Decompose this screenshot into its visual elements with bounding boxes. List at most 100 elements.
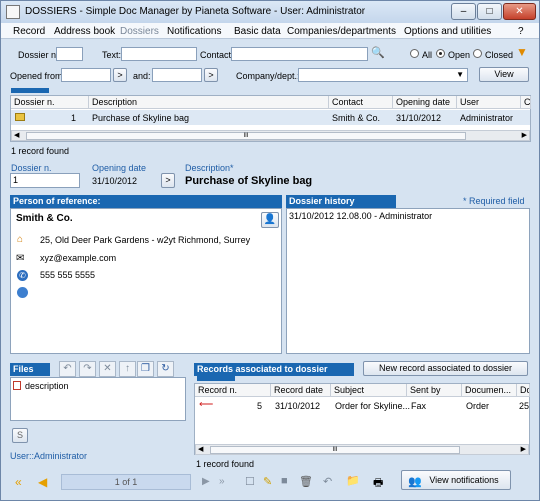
col-dc[interactable]: Dc	[517, 384, 530, 397]
col-description[interactable]: Description	[89, 96, 329, 109]
required-field-note: * Required field	[463, 196, 525, 206]
record-number: 5	[257, 401, 263, 411]
folder-open-icon[interactable]: 📁	[346, 474, 360, 487]
col-subject[interactable]: Subject	[331, 384, 407, 397]
dossier-grid-scrollbar[interactable]: ◀ III ▶	[11, 130, 530, 141]
radio-open-label: Open	[448, 50, 471, 60]
radio-open[interactable]	[436, 49, 445, 58]
email-icon: ✉	[16, 253, 25, 264]
opened-to-picker-button[interactable]: >	[204, 68, 218, 82]
contact-input[interactable]	[231, 47, 368, 61]
binoculars-icon[interactable]: 🔍	[371, 46, 387, 61]
close-button[interactable]: ✕	[503, 3, 536, 20]
undo-icon[interactable]: ↶	[59, 361, 76, 377]
detail-dossier-input[interactable]: 1	[10, 173, 80, 188]
table-row[interactable]: ⟵ 5 31/10/2012 Order for Skyline... Fax …	[195, 398, 529, 413]
menu-record[interactable]: Record	[13, 26, 45, 37]
file-item[interactable]: description	[25, 381, 69, 391]
view-button[interactable]: View	[479, 67, 529, 82]
menu-companies[interactable]: Companies/departments	[287, 26, 396, 37]
opened-from-label: Opened from	[10, 71, 63, 81]
opened-to-input[interactable]	[152, 68, 202, 82]
detail-dossier-label: Dossier n.	[11, 163, 52, 173]
col-sent-by[interactable]: Sent by	[407, 384, 462, 397]
copy-icon[interactable]: ❐	[137, 361, 154, 377]
scroll-right-icon[interactable]: ▶	[522, 131, 527, 139]
records-expand-tab[interactable]	[197, 376, 235, 381]
col-contact[interactable]: Contact	[329, 96, 393, 109]
menu-options[interactable]: Options and utilities	[404, 26, 491, 37]
company-select[interactable]: ▼	[298, 68, 468, 82]
app-window: DOSSIERS - Simple Doc Manager by Pianeta…	[0, 0, 540, 501]
minimize-button[interactable]: –	[451, 3, 476, 20]
next-record-icon[interactable]: ▶	[202, 476, 210, 487]
scroll-left-icon[interactable]: ◀	[198, 445, 203, 453]
col-record-date[interactable]: Record date	[271, 384, 331, 397]
first-record-icon[interactable]: «	[15, 475, 22, 489]
records-grid-scrollbar[interactable]: ◀ III ▶	[195, 444, 529, 455]
col-opening-date[interactable]: Opening date	[393, 96, 457, 109]
radio-all[interactable]	[410, 49, 419, 58]
col-dossier-number[interactable]: Dossier n.	[11, 96, 89, 109]
row-user: Administrator	[460, 113, 514, 123]
menu-help[interactable]: ?	[518, 26, 524, 37]
scroll-thumb[interactable]: III	[210, 446, 460, 454]
text-search-input[interactable]	[121, 47, 197, 61]
menu-basic-data[interactable]: Basic data	[234, 26, 281, 37]
record-subject: Order for Skyline...	[335, 401, 411, 411]
web-icon[interactable]	[17, 287, 28, 298]
new-document-icon[interactable]: ☐	[245, 475, 255, 488]
window-title: DOSSIERS - Simple Doc Manager by Pianeta…	[25, 6, 366, 17]
delete-file-icon[interactable]: ✕	[99, 361, 116, 377]
table-row[interactable]: 1 Purchase of Skyline bag Smith & Co. 31…	[11, 110, 530, 125]
maximize-button[interactable]: □	[477, 3, 502, 20]
grid-expand-tab[interactable]	[11, 88, 49, 93]
col-cl[interactable]: Cl	[521, 96, 531, 109]
menu-dossiers[interactable]: Dossiers	[120, 26, 159, 37]
opened-from-picker-button[interactable]: >	[113, 68, 127, 82]
record-dc: 25	[519, 401, 530, 411]
view-notifications-button[interactable]: 👥 View notifications	[401, 470, 511, 490]
new-record-button[interactable]: New record associated to dossier	[363, 361, 528, 376]
person-address: 25, Old Deer Park Gardens - w2yt Richmon…	[40, 235, 251, 245]
contact-card-icon[interactable]: 👤	[261, 212, 279, 228]
col-user[interactable]: User	[457, 96, 521, 109]
col-document[interactable]: Documen...	[462, 384, 517, 397]
menu-address-book[interactable]: Address book	[54, 26, 115, 37]
and-label: and:	[133, 71, 151, 81]
detail-opening-value[interactable]: 31/10/2012	[92, 176, 137, 186]
record-sent-by: Fax	[411, 401, 427, 411]
save-icon[interactable]: ■	[281, 475, 288, 487]
previous-record-icon[interactable]: ◀	[38, 475, 47, 489]
opened-from-input[interactable]	[61, 68, 111, 82]
dossier-number-input[interactable]	[56, 47, 83, 61]
edit-icon[interactable]: ✎	[263, 475, 272, 488]
radio-closed[interactable]	[473, 49, 482, 58]
detail-date-picker-button[interactable]: >	[161, 173, 175, 188]
record-document: Order	[466, 401, 490, 411]
records-panel-header: Records associated to dossier	[194, 363, 354, 376]
person-name[interactable]: Smith & Co.	[16, 213, 73, 224]
files-list: description	[10, 377, 186, 421]
attach-icon[interactable]: ↑	[119, 361, 136, 377]
filter-icon[interactable]: ▼	[516, 45, 532, 61]
view-notifications-label: View notifications	[429, 475, 499, 485]
print-icon[interactable]: 🖶	[373, 474, 383, 493]
scroll-left-icon[interactable]: ◀	[14, 131, 19, 139]
undo-record-icon[interactable]: ↶	[323, 475, 332, 488]
history-panel-header: Dossier history	[286, 195, 396, 208]
redo-icon[interactable]: ↷	[79, 361, 96, 377]
scroll-thumb[interactable]: III	[26, 132, 466, 140]
refresh-icon[interactable]: ↻	[157, 361, 174, 377]
person-email[interactable]: xyz@example.com	[40, 253, 116, 263]
detail-description-value[interactable]: Purchase of Skyline bag	[185, 175, 312, 187]
col-record-number[interactable]: Record n.	[195, 384, 271, 397]
delete-icon[interactable]: 🗑	[299, 475, 313, 488]
s-button[interactable]: S	[12, 428, 28, 443]
home-icon: ⌂	[17, 234, 24, 245]
last-record-icon[interactable]: »	[219, 476, 225, 487]
dossier-record-count: 1 record found	[11, 146, 70, 156]
menu-notifications[interactable]: Notifications	[167, 26, 221, 37]
scroll-right-icon[interactable]: ▶	[521, 445, 526, 453]
radio-all-label: All	[422, 50, 433, 60]
